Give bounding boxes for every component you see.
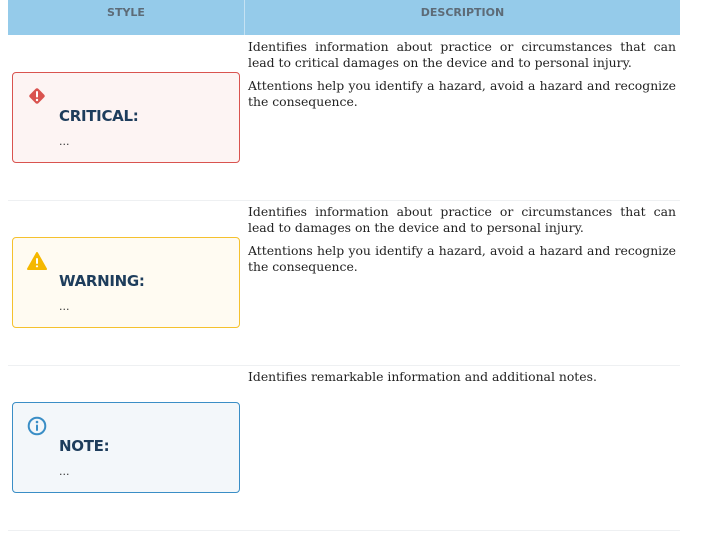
row-description: Identifies information about practice or… <box>248 39 676 117</box>
description-paragraph: Identifies remarkable information and ad… <box>248 369 597 384</box>
callout-title: NOTE: <box>59 437 110 455</box>
row-description: Identifies information about practice or… <box>248 204 676 282</box>
info-circle-icon <box>27 416 47 436</box>
callout-body: ... <box>59 465 70 478</box>
critical-callout: CRITICAL: ... <box>12 72 240 163</box>
note-callout: NOTE: ... <box>12 402 240 493</box>
description-paragraph: Attentions help you identify a hazard, a… <box>248 78 676 109</box>
callout-body: ... <box>59 135 70 148</box>
header-description: DESCRIPTION <box>420 5 505 19</box>
description-paragraph: Attentions help you identify a hazard, a… <box>248 243 676 274</box>
description-paragraph: Identifies information about practice or… <box>248 39 676 70</box>
callout-title: WARNING: <box>59 272 145 290</box>
description-paragraph: Identifies information about practice or… <box>248 204 676 235</box>
callout-title: CRITICAL: <box>59 107 139 125</box>
warning-triangle-icon <box>27 252 47 270</box>
header-style: STYLE <box>8 0 245 35</box>
table-row-critical: CRITICAL: ... Identifies information abo… <box>8 35 680 201</box>
row-description: Identifies remarkable information and ad… <box>248 369 676 392</box>
exclamation-diamond-icon <box>29 88 45 104</box>
warning-callout: WARNING: ... <box>12 237 240 328</box>
callout-body: ... <box>59 300 70 313</box>
table-header: STYLE DESCRIPTION <box>8 0 680 35</box>
table-row-note: NOTE: ... Identifies remarkable informat… <box>8 365 680 531</box>
table-row-warning: WARNING: ... Identifies information abou… <box>8 200 680 366</box>
